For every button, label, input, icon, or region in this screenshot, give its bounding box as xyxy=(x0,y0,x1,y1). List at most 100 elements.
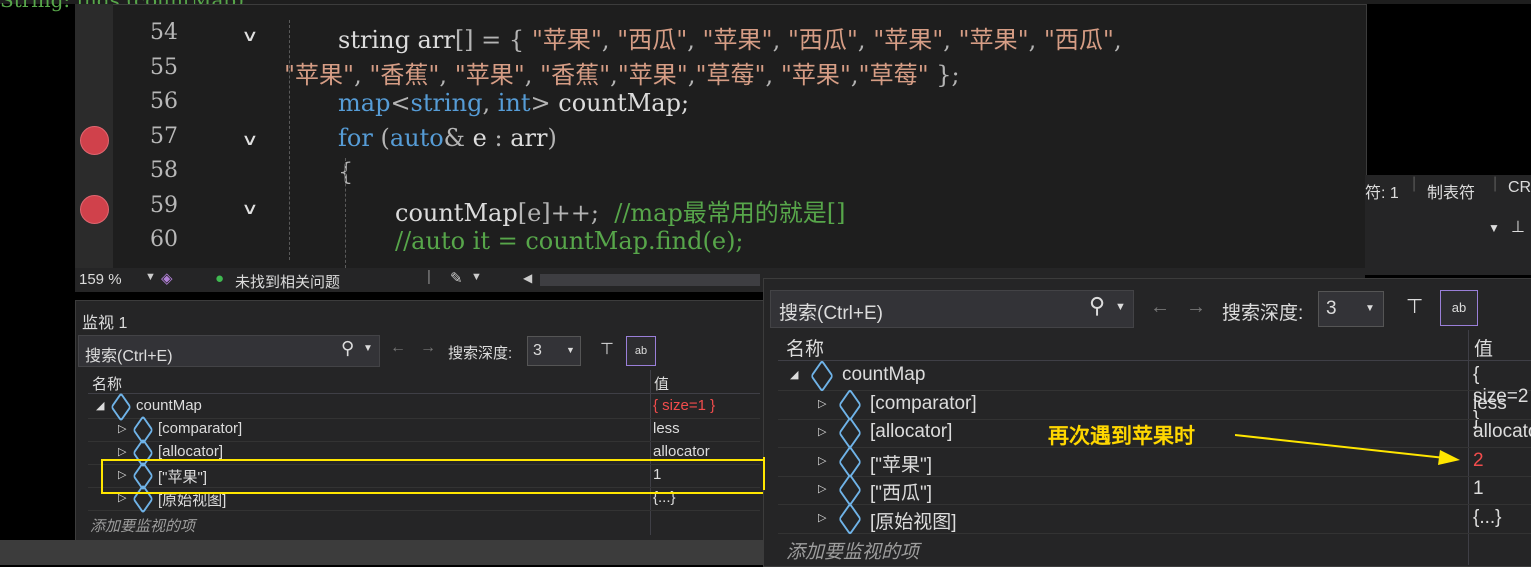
code-token: "苹果" xyxy=(617,61,688,89)
pin-icon[interactable]: ⊤ xyxy=(1406,294,1423,319)
breakpoint-icon[interactable] xyxy=(80,126,109,155)
code-token: , xyxy=(687,26,703,54)
code-token: "西瓜" xyxy=(787,26,858,54)
watch-value: 1 xyxy=(1473,478,1484,499)
search-placeholder: 搜索(Ctrl+E) xyxy=(85,348,173,365)
expand-arrow-icon[interactable]: ▷ xyxy=(818,482,826,495)
code-token: for xyxy=(338,124,381,152)
depth-select[interactable]: 3 ▼ xyxy=(527,336,581,366)
expand-arrow-icon[interactable]: ▷ xyxy=(818,511,826,524)
code-token: , xyxy=(482,89,498,117)
watch-row[interactable]: ◢ countMap { size=1 } xyxy=(88,392,760,422)
code-token: "香蕉" xyxy=(540,61,611,89)
fold-chevron-icon[interactable]: ∨ xyxy=(241,26,259,46)
hex-display-button[interactable]: ab xyxy=(626,336,656,366)
code-token: "苹果" xyxy=(284,61,355,89)
collapse-arrow-icon[interactable]: ◢ xyxy=(96,399,104,412)
hex-display-button[interactable]: ab xyxy=(1440,290,1478,326)
code-token: > xyxy=(530,89,559,117)
brush-icon[interactable]: ✎ xyxy=(450,269,463,287)
divider: | xyxy=(1493,175,1498,192)
tab-mode[interactable]: 制表符 xyxy=(1427,179,1475,203)
watch-row[interactable]: ▷ ["西瓜"] 1 xyxy=(778,473,1531,507)
object-cube-icon xyxy=(838,501,862,536)
watch-name: [原始视图] xyxy=(870,511,957,533)
watch-name: [allocator] xyxy=(158,443,224,460)
search-icon[interactable]: ⚲ xyxy=(1089,293,1105,319)
back-arrow-icon[interactable]: ← xyxy=(390,339,406,357)
code-line: for (auto& e : arr) xyxy=(338,124,557,152)
col-name: 名称 xyxy=(92,376,123,393)
code-token: string arr xyxy=(338,26,455,54)
copilot-icon[interactable]: ◈ xyxy=(161,269,173,287)
pin-icon[interactable]: ⊤ xyxy=(600,339,614,359)
zoom-dropdown-icon[interactable]: ▼ xyxy=(145,271,156,283)
fold-chevron-icon[interactable]: ∨ xyxy=(241,130,259,150)
line-ending[interactable]: CR xyxy=(1508,179,1531,197)
depth-value: 3 xyxy=(533,342,542,359)
depth-label: 搜索深度: xyxy=(1222,303,1304,324)
code-line: "苹果", "香蕉", "苹果", "香蕉","苹果","草莓", "苹果","… xyxy=(284,55,960,90)
code-line: //auto it = countMap.find(e); xyxy=(395,227,744,255)
code-token: , xyxy=(354,61,370,89)
watch-value: allocator xyxy=(653,443,710,460)
code-token: "苹果" xyxy=(454,61,525,89)
code-line: map<string, int> countMap; xyxy=(338,89,689,117)
back-arrow-icon[interactable]: ← xyxy=(1150,296,1170,319)
code-token: string xyxy=(410,89,483,117)
watch-row[interactable]: ▷ [comparator] less xyxy=(88,415,760,445)
horizontal-scrollbar[interactable] xyxy=(540,274,760,286)
add-watch-item[interactable]: 添加要监视的项 xyxy=(90,515,195,536)
watch2-header: 名称 值 xyxy=(778,332,1531,361)
indent-guide xyxy=(289,20,290,260)
add-watch-item[interactable]: 添加要监视的项 xyxy=(786,537,919,564)
search-dropdown-icon[interactable]: ▼ xyxy=(1115,301,1126,313)
code-token: "香蕉" xyxy=(369,61,440,89)
expand-arrow-icon[interactable]: ▷ xyxy=(818,425,826,438)
code-line: string arr[] = { "苹果", "西瓜", "苹果", "西瓜",… xyxy=(338,20,1122,55)
code-token: , xyxy=(1028,26,1044,54)
bottom-bar xyxy=(0,540,763,565)
code-token: , xyxy=(524,61,541,89)
watch-name: [allocator] xyxy=(870,421,953,442)
object-cube-icon xyxy=(838,473,862,507)
depth-select[interactable]: 3 ▼ xyxy=(1318,291,1384,327)
code-token: "苹果" xyxy=(873,26,944,54)
watch1-header: 名称 值 xyxy=(88,371,760,394)
code-token: "苹果" xyxy=(702,26,773,54)
watch1-search-input[interactable]: 搜索(Ctrl+E) ⚲ ▼ xyxy=(78,335,380,367)
code-line: countMap[e]++; //map最常用的就是[] xyxy=(395,193,846,228)
code-token: "西瓜" xyxy=(617,26,688,54)
breakpoint-icon[interactable] xyxy=(80,195,109,224)
search-dropdown-icon[interactable]: ▼ xyxy=(363,343,373,354)
dropdown-icon[interactable]: ▼ xyxy=(1488,221,1500,235)
forward-arrow-icon[interactable]: → xyxy=(1186,296,1206,319)
fold-chevron-icon[interactable]: ∨ xyxy=(241,199,259,219)
expand-arrow-icon[interactable]: ▷ xyxy=(118,445,126,458)
scroll-left-icon[interactable]: ◀ xyxy=(523,271,532,285)
zoom-level[interactable]: 159 % xyxy=(79,271,122,288)
collapse-arrow-icon[interactable]: ◢ xyxy=(790,368,798,381)
code-token: & xyxy=(443,124,473,152)
pin-icon[interactable]: ⊥ xyxy=(1511,217,1525,237)
brush-dropdown-icon[interactable]: ▼ xyxy=(471,271,482,283)
issues-status[interactable]: 未找到相关问题 xyxy=(235,271,340,292)
forward-arrow-icon[interactable]: → xyxy=(420,339,436,357)
object-cube-icon xyxy=(838,416,862,450)
watch-name: [comparator] xyxy=(158,420,243,437)
watch-row[interactable]: ▷ [comparator] less xyxy=(778,387,1531,422)
search-icon[interactable]: ⚲ xyxy=(341,338,354,359)
watch-row[interactable]: ▷ [原始视图] {...} xyxy=(778,501,1531,536)
expand-arrow-icon[interactable]: ▷ xyxy=(118,422,126,435)
chevron-down-icon: ▼ xyxy=(566,345,575,355)
watch-row[interactable]: ◢ countMap{ size=2 } xyxy=(778,359,1531,429)
code-token: , xyxy=(610,61,618,89)
object-cube-icon xyxy=(810,359,834,393)
expand-arrow-icon[interactable]: ▷ xyxy=(818,397,826,410)
code-token: countMap xyxy=(395,199,518,227)
expand-arrow-icon[interactable]: ▷ xyxy=(818,454,826,467)
code-token: < xyxy=(390,89,411,117)
watch-name: countMap xyxy=(136,397,202,414)
watch2-search-input[interactable]: 搜索(Ctrl+E) ⚲ ▼ xyxy=(770,290,1134,328)
char-position: 符: 1 xyxy=(1365,185,1399,202)
